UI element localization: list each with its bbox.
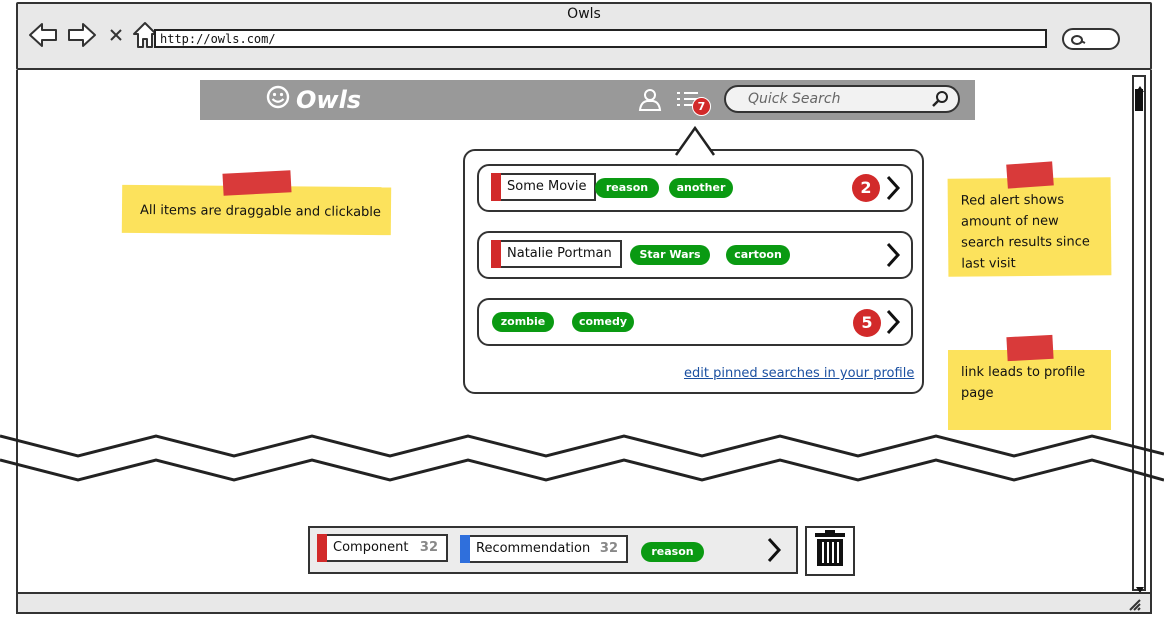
note-tape [1006,161,1054,189]
tag-chip[interactable]: reason [595,178,659,198]
window-title: Owls [567,6,601,22]
edit-profile-link[interactable]: edit pinned searches in your profile [684,366,914,381]
back-arrow-icon[interactable] [28,20,58,50]
url-bar[interactable]: http://owls.com/ [154,29,1047,48]
popup-pointer [674,124,716,160]
note-tape [1006,334,1054,362]
trash-icon [813,530,847,572]
scrollbar-thumb[interactable] [1135,89,1143,111]
scroll-down-icon[interactable] [1135,579,1144,593]
sticky-note-link: link leads to profile page [948,350,1111,430]
tag-chip[interactable]: Star Wars [630,245,710,265]
component-label: Component [333,540,409,555]
search-icon [1070,32,1086,51]
recommendation-item[interactable]: Recommendation 32 [460,535,628,563]
sticky-note-alert: Red alert shows amount of new search res… [947,177,1112,277]
tag-chip[interactable]: reason [641,542,704,562]
quick-search-input[interactable]: Quick Search [724,85,960,113]
note-text: link leads to profile page [961,365,1086,401]
recommendation-count: 32 [599,541,618,556]
component-count: 32 [419,540,438,555]
smiley-icon [266,85,290,115]
new-results-badge: 2 [852,174,880,202]
alerts-count-badge[interactable]: 7 [692,97,711,116]
page-break-divider [0,428,1164,490]
search-icon[interactable] [930,89,950,113]
scroll-up-icon[interactable] [1135,78,1144,92]
close-icon[interactable] [106,20,126,50]
resize-grip-icon[interactable] [1128,597,1142,616]
chevron-right-icon[interactable] [763,535,785,565]
search-term[interactable]: Natalie Portman [491,240,622,268]
tag-chip[interactable]: zombie [492,312,554,332]
chevron-right-icon[interactable] [882,307,904,337]
tag-chip[interactable]: cartoon [726,245,790,265]
component-item[interactable]: Component 32 [317,534,448,562]
user-icon[interactable] [637,87,663,113]
tag-chip[interactable]: comedy [572,312,634,332]
status-bar [16,592,1152,614]
note-tape [222,170,292,196]
note-text: All items are draggable and clickable [139,202,382,221]
chevron-right-icon[interactable] [882,173,904,203]
trash-button[interactable] [805,526,855,576]
browser-search-field[interactable] [1062,28,1120,50]
chevron-right-icon[interactable] [882,240,904,270]
app-logo[interactable]: Owls [266,85,361,115]
note-text: Red alert shows amount of new search res… [960,192,1090,272]
recommendation-label: Recommendation [476,541,591,556]
app-name: Owls [296,86,362,114]
vertical-scrollbar[interactable] [1132,75,1146,593]
new-results-badge: 5 [853,309,881,337]
tag-chip[interactable]: another [669,178,733,198]
search-term[interactable]: Some Movie [491,173,597,201]
forward-arrow-icon[interactable] [67,20,97,50]
